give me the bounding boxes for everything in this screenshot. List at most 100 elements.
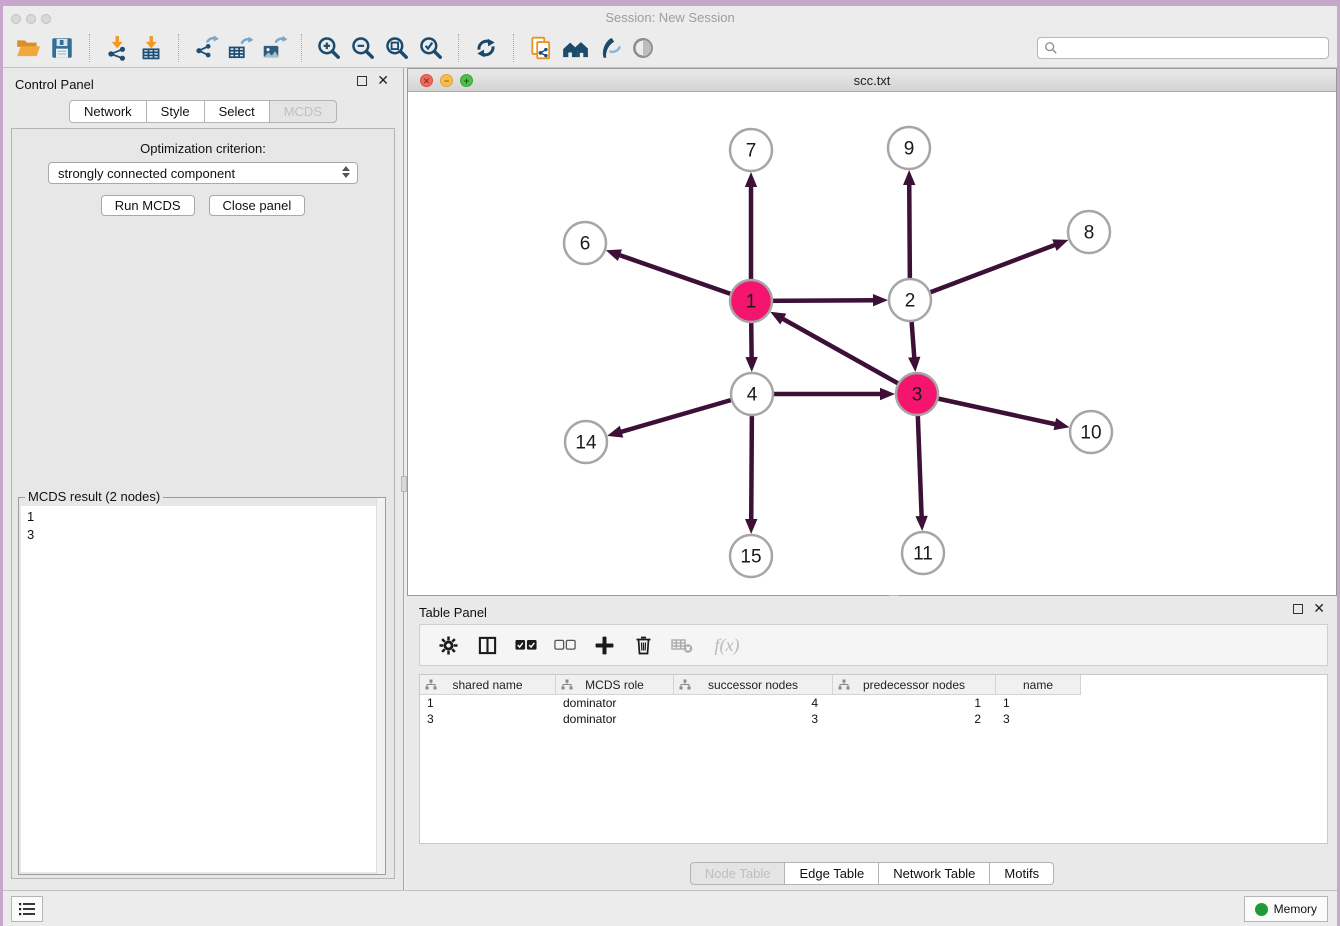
table-cell: 4 bbox=[674, 695, 833, 711]
table-cell: 2 bbox=[833, 711, 996, 727]
window-title: Session: New Session bbox=[3, 6, 1337, 29]
graph-node-11[interactable]: 11 bbox=[902, 532, 944, 574]
function-builder-icon[interactable]: f(x) bbox=[710, 634, 744, 656]
tab-edge-table[interactable]: Edge Table bbox=[785, 862, 879, 885]
graph-node-8[interactable]: 8 bbox=[1068, 211, 1110, 253]
column-header-label: name bbox=[1023, 678, 1053, 692]
network-column-icon bbox=[838, 679, 850, 694]
float-panel-icon[interactable] bbox=[357, 76, 367, 86]
zoom-selected-icon[interactable] bbox=[416, 33, 446, 63]
mcds-result-text[interactable]: 13 bbox=[21, 506, 383, 872]
open-session-icon[interactable] bbox=[13, 33, 43, 63]
show-columns-icon[interactable] bbox=[476, 634, 498, 656]
table-row[interactable]: 1dominator411 bbox=[420, 695, 1327, 711]
column-header-predecessor-nodes[interactable]: predecessor nodes bbox=[833, 675, 996, 695]
apply-layout-icon[interactable] bbox=[471, 33, 501, 63]
column-header-mcds-role[interactable]: MCDS role bbox=[556, 675, 674, 695]
graph-edge-3-1[interactable] bbox=[781, 318, 917, 394]
graph-node-14[interactable]: 14 bbox=[565, 421, 607, 463]
table-cell: 1 bbox=[833, 695, 996, 711]
panel-divider-grip[interactable] bbox=[401, 476, 407, 492]
table-cell: 3 bbox=[674, 711, 833, 727]
scrollbar[interactable] bbox=[376, 498, 385, 874]
graph-node-10[interactable]: 10 bbox=[1070, 411, 1112, 453]
save-session-icon[interactable] bbox=[47, 33, 77, 63]
criterion-value: strongly connected component bbox=[58, 166, 235, 181]
destroy-table-icon[interactable] bbox=[671, 634, 693, 656]
zoom-fit-icon[interactable] bbox=[382, 33, 412, 63]
memory-label: Memory bbox=[1274, 902, 1317, 916]
table-header-row: shared name MCDS rolesuccessor nodesprede… bbox=[420, 675, 1327, 695]
control-panel-tabs: NetworkStyleSelectMCDS bbox=[3, 100, 403, 123]
column-header-shared-name[interactable]: shared name bbox=[420, 675, 556, 695]
graph-node-7[interactable]: 7 bbox=[730, 129, 772, 171]
svg-text:14: 14 bbox=[575, 433, 597, 454]
tab-node-table[interactable]: Node Table bbox=[690, 862, 786, 885]
close-panel-button[interactable]: Close panel bbox=[209, 195, 306, 216]
table-tabs: Node TableEdge TableNetwork TableMotifs bbox=[407, 862, 1337, 885]
memory-status-icon bbox=[1255, 903, 1268, 916]
toolbar-separator bbox=[458, 34, 459, 62]
zoom-out-icon[interactable] bbox=[348, 33, 378, 63]
deselect-all-icon[interactable] bbox=[554, 634, 576, 656]
search-field[interactable] bbox=[1037, 37, 1329, 59]
mcds-result-line: 1 bbox=[27, 508, 377, 526]
edge-arrowhead-icon bbox=[745, 519, 757, 534]
float-table-panel-icon[interactable] bbox=[1293, 604, 1303, 614]
add-icon[interactable] bbox=[593, 634, 615, 656]
tab-motifs[interactable]: Motifs bbox=[990, 862, 1054, 885]
graph-node-3[interactable]: 3 bbox=[896, 373, 938, 415]
import-table-icon[interactable] bbox=[136, 33, 166, 63]
close-table-panel-icon[interactable]: ✕ bbox=[1313, 600, 1325, 617]
task-history-button[interactable] bbox=[11, 896, 43, 922]
graph-edge-2-8[interactable] bbox=[910, 244, 1057, 300]
tab-select[interactable]: Select bbox=[205, 100, 270, 123]
graph-node-9[interactable]: 9 bbox=[888, 127, 930, 169]
network-canvas[interactable]: 7 9 6 8 1 2 4 3 14 10 15 11 bbox=[408, 92, 1336, 595]
control-panel-title: Control Panel bbox=[15, 77, 94, 92]
export-table-icon[interactable] bbox=[225, 33, 255, 63]
tab-style[interactable]: Style bbox=[147, 100, 205, 123]
graph-node-6[interactable]: 6 bbox=[564, 222, 606, 264]
status-bar: Memory bbox=[3, 890, 1337, 926]
export-image-icon[interactable] bbox=[259, 33, 289, 63]
svg-text:9: 9 bbox=[904, 139, 915, 160]
search-input[interactable] bbox=[1058, 39, 1328, 57]
run-mcds-button[interactable]: Run MCDS bbox=[101, 195, 195, 216]
tab-network[interactable]: Network bbox=[69, 100, 147, 123]
network-window-titlebar[interactable]: ✕ − + scc.txt bbox=[408, 69, 1336, 92]
tab-mcds[interactable]: MCDS bbox=[270, 100, 337, 123]
graphics-details-icon[interactable] bbox=[628, 33, 658, 63]
tab-network-table[interactable]: Network Table bbox=[879, 862, 990, 885]
export-network-icon[interactable] bbox=[191, 33, 221, 63]
svg-text:7: 7 bbox=[746, 141, 757, 162]
column-header-label: shared name bbox=[452, 678, 522, 692]
table-cell: 3 bbox=[420, 711, 556, 727]
edge-arrowhead-icon bbox=[915, 516, 927, 531]
graph-node-15[interactable]: 15 bbox=[730, 535, 772, 577]
graph-node-2[interactable]: 2 bbox=[889, 279, 931, 321]
column-header-successor-nodes[interactable]: successor nodes bbox=[674, 675, 833, 695]
network-column-icon bbox=[425, 679, 437, 694]
style-icon[interactable] bbox=[594, 33, 624, 63]
clone-network-icon[interactable] bbox=[526, 33, 556, 63]
control-panel: Control Panel ✕ NetworkStyleSelectMCDS O… bbox=[3, 68, 404, 890]
import-network-icon[interactable] bbox=[102, 33, 132, 63]
memory-button[interactable]: Memory bbox=[1244, 896, 1328, 922]
zoom-in-icon[interactable] bbox=[314, 33, 344, 63]
settings-gear-icon[interactable] bbox=[437, 634, 459, 656]
toolbar-separator bbox=[89, 34, 90, 62]
network-home-icon[interactable] bbox=[560, 33, 590, 63]
delete-icon[interactable] bbox=[632, 634, 654, 656]
column-header-name[interactable]: name bbox=[996, 675, 1081, 695]
graph-node-4[interactable]: 4 bbox=[731, 373, 773, 415]
table-cell: dominator bbox=[556, 711, 674, 727]
svg-text:8: 8 bbox=[1084, 223, 1095, 244]
table-row[interactable]: 3dominator323 bbox=[420, 711, 1327, 727]
svg-text:15: 15 bbox=[740, 547, 761, 568]
graph-node-1[interactable]: 1 bbox=[730, 280, 772, 322]
search-icon bbox=[1044, 41, 1058, 55]
criterion-select[interactable]: strongly connected component bbox=[48, 162, 358, 184]
close-panel-icon[interactable]: ✕ bbox=[377, 72, 389, 89]
select-all-icon[interactable] bbox=[515, 634, 537, 656]
